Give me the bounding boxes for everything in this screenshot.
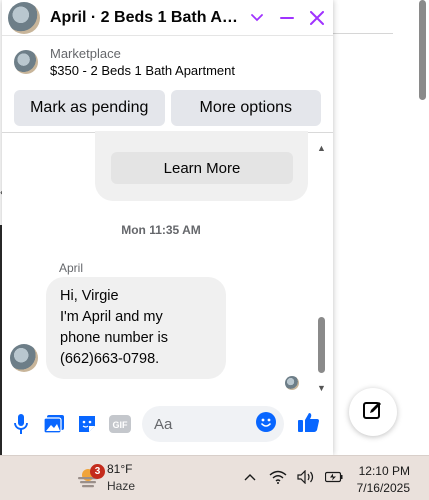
weather-widget[interactable]: 3 81°F Haze [77, 462, 135, 493]
clock-time: 12:10 PM [358, 464, 410, 478]
minimize-icon[interactable] [277, 8, 297, 28]
sender-name: April [59, 261, 84, 275]
sender-avatar[interactable] [10, 344, 38, 372]
listing-thumbnail[interactable] [14, 50, 38, 74]
svg-text:GIF: GIF [113, 420, 129, 430]
weather-condition: Haze [107, 479, 136, 493]
mic-icon[interactable] [10, 413, 32, 435]
scroll-up-arrow-icon[interactable]: ▲ [317, 143, 326, 153]
sticker-icon[interactable] [76, 413, 98, 435]
marketplace-banner: Marketplace $350 - 2 Beds 1 Bath Apartme… [2, 36, 333, 126]
temperature: 81°F [107, 462, 133, 476]
weather-haze-icon: 3 [77, 463, 105, 489]
marketplace-label: Marketplace [50, 46, 121, 61]
system-tray [241, 468, 343, 486]
listing-title[interactable]: $350 - 2 Beds 1 Bath Apartment [50, 63, 235, 78]
message-line: I'm April and my [60, 309, 163, 325]
message-line: phone number is [60, 330, 169, 346]
message-input[interactable]: Aa [142, 406, 284, 442]
system-clock[interactable]: 12:10 PM 7/16/2025 [352, 463, 410, 497]
message-composer: GIF Aa [2, 402, 333, 446]
wifi-icon[interactable] [269, 468, 287, 486]
battery-icon[interactable] [325, 468, 343, 486]
avatar[interactable] [8, 1, 40, 34]
seen-indicator-avatar [285, 376, 299, 390]
close-icon[interactable] [307, 8, 327, 28]
notification-badge: 3 [90, 463, 105, 479]
learn-more-button[interactable]: Learn More [111, 152, 293, 184]
taskbar: 3 81°F Haze 12:10 PM 7/16/2025 [0, 455, 429, 500]
emoji-icon[interactable] [256, 412, 276, 436]
clock-date: 7/16/2025 [356, 481, 410, 495]
page-scrollbar[interactable] [419, 0, 426, 100]
message-timestamp: Mon 11:35 AM [121, 223, 201, 237]
chat-title[interactable]: April · 2 Beds 1 Bath Apartment [50, 9, 246, 27]
image-icon[interactable] [43, 413, 65, 435]
chevron-down-icon[interactable] [247, 8, 267, 28]
background-divider [333, 33, 393, 34]
chat-window: April · 2 Beds 1 Bath Apartment Marketpl… [2, 0, 333, 455]
listing-card: Learn More [95, 131, 308, 201]
mark-as-pending-button[interactable]: Mark as pending [14, 90, 165, 126]
message-list[interactable]: Learn More Mon 11:35 AM April Hi, Virgie… [2, 131, 333, 393]
message-line: Hi, Virgie [60, 288, 119, 304]
new-message-button[interactable] [349, 388, 397, 436]
more-options-button[interactable]: More options [170, 90, 321, 126]
scroll-down-arrow-icon[interactable]: ▼ [317, 383, 326, 393]
message-line: (662)663-0798. [60, 351, 160, 367]
volume-icon[interactable] [297, 468, 315, 486]
chat-header[interactable]: April · 2 Beds 1 Bath Apartment [2, 0, 333, 36]
gif-icon[interactable]: GIF [109, 413, 131, 435]
chat-scrollbar-thumb[interactable] [318, 317, 325, 373]
like-icon[interactable] [298, 411, 320, 438]
chevron-up-icon[interactable] [241, 468, 259, 486]
message-placeholder: Aa [154, 415, 173, 433]
compose-icon [363, 400, 383, 425]
message-bubble[interactable]: Hi, Virgie I'm April and my phone number… [46, 277, 226, 379]
